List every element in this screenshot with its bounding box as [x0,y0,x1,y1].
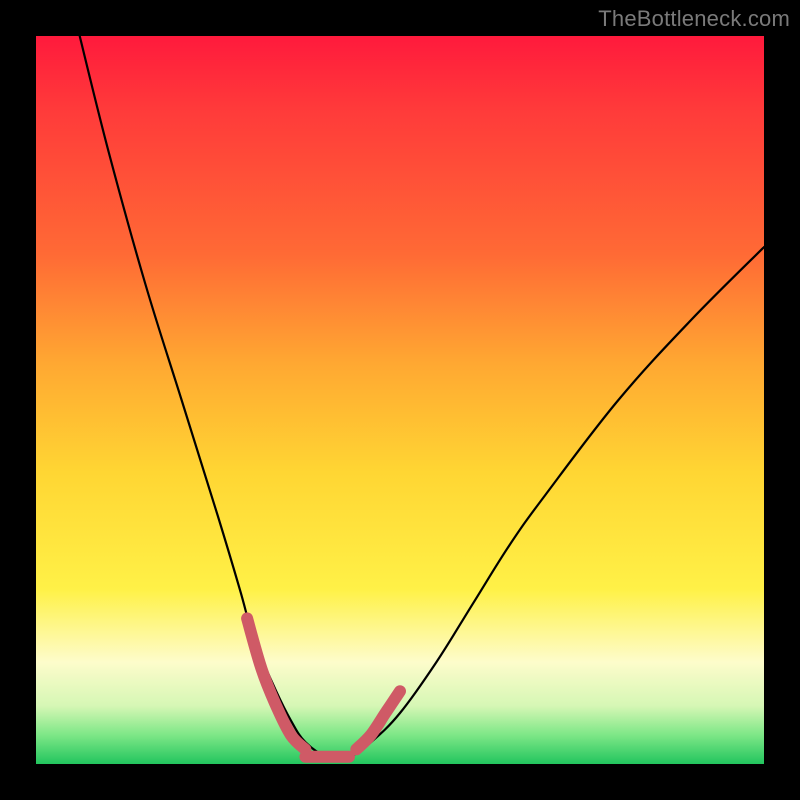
bottleneck-curve [80,36,764,759]
curve-svg [36,36,764,764]
watermark-text: TheBottleneck.com [598,6,790,32]
chart-frame: TheBottleneck.com [0,0,800,800]
plot-area [36,36,764,764]
